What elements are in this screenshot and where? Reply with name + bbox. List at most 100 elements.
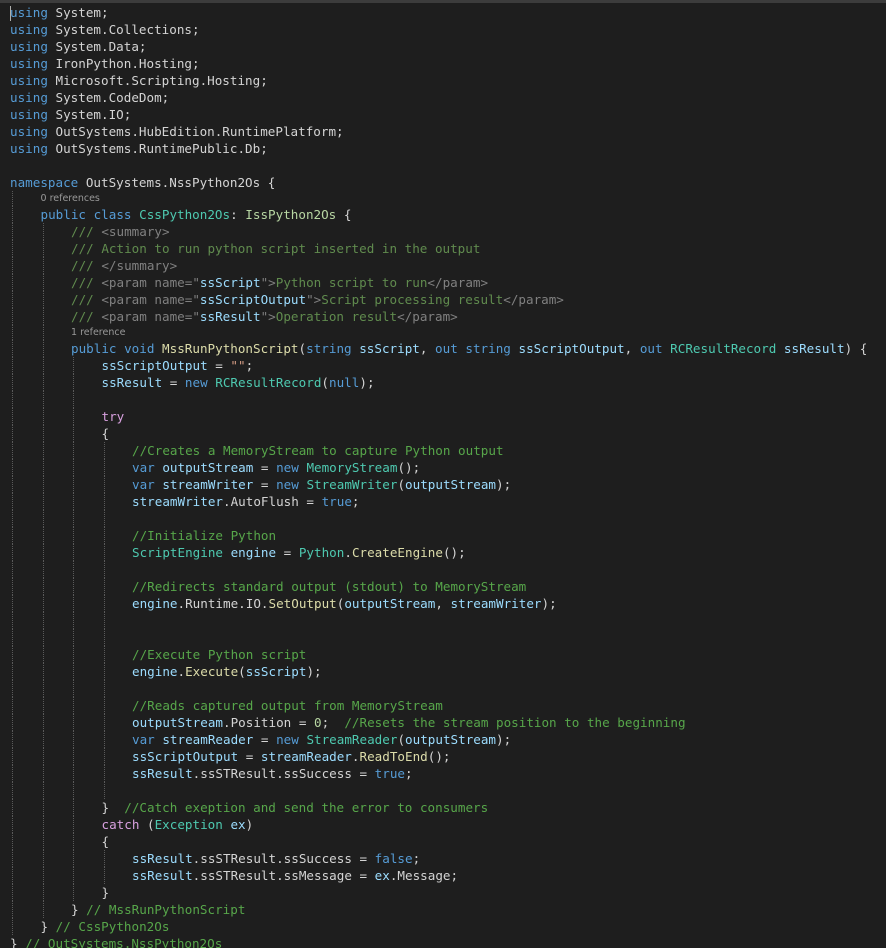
line-content: /// </summary>	[71, 257, 177, 274]
code-line: ssResult.ssSTResult.ssSuccess = true;	[0, 765, 886, 782]
code-token: streamWriter	[162, 477, 254, 492]
indent-guide	[73, 425, 74, 442]
code-token: ,	[419, 341, 436, 356]
indent-guide	[103, 544, 105, 561]
indent-guide	[73, 476, 74, 493]
code-line: namespace OutSystems.NssPython2Os {	[0, 174, 886, 191]
code-token: using	[10, 107, 48, 122]
code-lines: using System; using System.Collections; us…	[0, 3, 886, 948]
code-token: =	[207, 358, 231, 373]
code-token: Script processing result	[321, 292, 504, 307]
indent-guide	[42, 476, 44, 493]
line-content: using OutSystems.HubEdition.RuntimePlatf…	[10, 123, 344, 140]
code-line: using Microsoft.Scripting.Hosting;	[0, 72, 886, 89]
code-line: using System.Data;	[0, 38, 886, 55]
indent-guide	[73, 357, 74, 374]
code-token: <param name="	[101, 309, 200, 324]
code-token: </param>	[397, 309, 458, 324]
code-line	[0, 612, 886, 629]
code-line: //Initialize Python	[0, 527, 886, 544]
indent-guide	[103, 595, 105, 612]
line-content: /// <param name="ssScriptOutput">Script …	[71, 291, 564, 308]
indent-guide	[42, 748, 44, 765]
code-token: System.CodeDom;	[47, 90, 170, 105]
code-token: using	[10, 39, 48, 54]
code-line: using IronPython.Hosting;	[0, 55, 886, 72]
code-token: .ssSTResult.ssSuccess =	[192, 851, 375, 866]
code-line: outputStream.Position = 0; //Resets the …	[0, 714, 886, 731]
code-token: ssScript	[245, 664, 307, 679]
code-token: StreamReader	[306, 732, 398, 747]
line-content: 0 references	[41, 191, 100, 206]
code-token: <param name="	[101, 275, 200, 290]
line-content: /// <param name="ssScript">Python script…	[71, 274, 488, 291]
code-line: /// <summary>	[0, 223, 886, 240]
code-token: .Runtime.IO.	[177, 596, 269, 611]
indent-guide	[12, 765, 13, 782]
code-token: using	[10, 141, 48, 156]
indent-guide	[12, 476, 13, 493]
line-content: } // OutSystems.NssPython2Os	[10, 935, 222, 948]
code-token: ///	[71, 292, 102, 307]
code-line: using System.Collections;	[0, 21, 886, 38]
code-line: ssScriptOutput = streamReader.ReadToEnd(…	[0, 748, 886, 765]
code-lens-hint[interactable]: 0 references	[0, 191, 886, 206]
indent-guide	[12, 816, 13, 833]
code-token: ssResult	[199, 309, 261, 324]
indent-guide	[42, 325, 44, 340]
indent-guide	[42, 291, 44, 308]
code-token: 1 reference	[71, 327, 126, 338]
indent-guide	[73, 629, 74, 646]
code-token: using	[10, 56, 48, 71]
code-token: 0 references	[40, 193, 100, 204]
code-token: ScriptEngine	[132, 545, 223, 560]
code-token: streamWriter	[132, 494, 223, 509]
indent-guide	[42, 799, 44, 816]
code-token: System;	[47, 5, 109, 20]
code-token: ;	[245, 358, 254, 373]
line-content: try	[102, 408, 125, 425]
line-content: }	[102, 884, 110, 901]
line-content: {	[102, 425, 110, 442]
code-line: /// </summary>	[0, 257, 886, 274]
indent-guide	[12, 867, 13, 884]
indent-guide	[12, 901, 13, 918]
code-token: Microsoft.Scripting.Hosting;	[47, 73, 268, 88]
code-token: <param name="	[101, 292, 200, 307]
code-token: var	[132, 732, 155, 747]
code-token: .	[177, 664, 186, 679]
code-token: //Catch exeption and send the error to c…	[124, 800, 489, 815]
code-line: using System.IO;	[0, 106, 886, 123]
indent-guide	[73, 544, 74, 561]
code-line: var streamReader = new StreamReader(outp…	[0, 731, 886, 748]
code-token: ">	[306, 292, 322, 307]
code-token: public	[40, 207, 87, 222]
code-lens-hint[interactable]: 1 reference	[0, 325, 886, 340]
indent-guide	[42, 308, 44, 325]
line-content: streamWriter.AutoFlush = true;	[132, 493, 360, 510]
indent-guide	[42, 240, 44, 257]
indent-guide	[42, 510, 44, 527]
indent-guide	[12, 357, 13, 374]
code-token: outputStream	[405, 732, 497, 747]
code-token: MssRunPythonScript	[162, 341, 299, 356]
indent-guide	[42, 442, 44, 459]
line-content: catch (Exception ex)	[102, 816, 254, 833]
code-token: new	[184, 375, 208, 390]
indent-guide	[73, 833, 74, 850]
line-content: } // MssRunPythonScript	[71, 901, 245, 918]
line-content: //Reads captured output from MemoryStrea…	[132, 697, 443, 714]
indent-guide	[42, 646, 44, 663]
line-content: using System.Collections;	[10, 21, 200, 38]
indent-guide	[12, 391, 13, 408]
indent-guide	[12, 493, 13, 510]
code-token: ;	[321, 715, 345, 730]
code-line: //Execute Python script	[0, 646, 886, 663]
line-content: ssScriptOutput = "";	[102, 357, 254, 374]
code-token: IssPython2Os	[245, 207, 337, 222]
indent-guide	[42, 257, 44, 274]
indent-guide	[12, 206, 13, 223]
code-token: ssResult	[132, 766, 193, 781]
code-editor[interactable]: using System; using System.Collections; us…	[0, 0, 886, 948]
indent-guide	[42, 408, 44, 425]
